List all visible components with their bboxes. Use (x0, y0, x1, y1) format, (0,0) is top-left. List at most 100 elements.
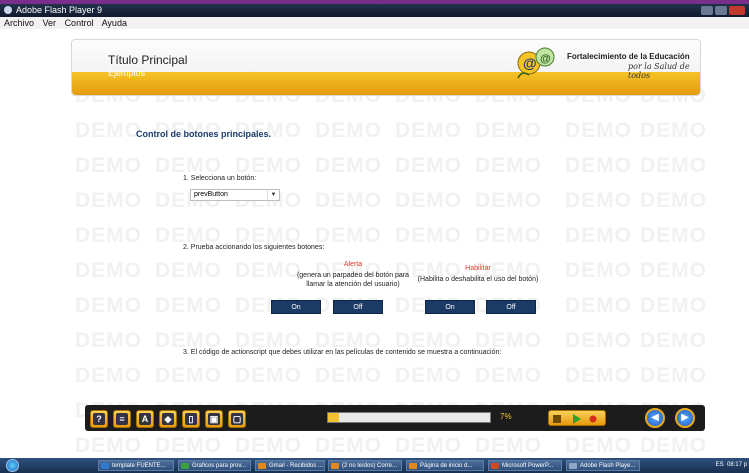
demo-watermark: DEMO (395, 189, 462, 212)
demo-watermark: DEMO (155, 259, 222, 282)
play-icon[interactable] (573, 414, 581, 424)
language-indicator[interactable]: ES (716, 462, 724, 468)
header-band (72, 72, 700, 95)
demo-watermark: DEMO (565, 119, 632, 142)
menu-bar: Archivo Ver Control Ayuda (0, 17, 749, 29)
demo-watermark: DEMO (315, 364, 382, 387)
demo-watermark: DEMO (75, 294, 142, 317)
window-controls (701, 6, 745, 15)
button-select[interactable]: prevButton ▼ (190, 189, 280, 201)
demo-watermark: DEMO (75, 119, 142, 142)
demo-watermark: DEMO (640, 259, 707, 282)
help-button[interactable]: ? (90, 410, 108, 428)
enable-description: (Habilita o deshabilita el uso del botón… (417, 276, 539, 283)
taskbar-item-label: (2 no leídos) Corre... (342, 463, 398, 469)
svg-text:@: @ (540, 53, 551, 65)
page-button[interactable]: ▢ (228, 410, 246, 428)
demo-watermark: DEMO (640, 434, 707, 457)
demo-watermark: DEMO (75, 224, 142, 247)
demo-watermark: DEMO (155, 294, 222, 317)
menu-archivo[interactable]: Archivo (4, 18, 34, 28)
enable-off-button[interactable]: Off (486, 300, 536, 314)
print-button[interactable]: ▣ (205, 410, 223, 428)
demo-watermark: DEMO (475, 364, 542, 387)
demo-watermark: DEMO (565, 329, 632, 352)
taskbar-item[interactable]: (2 no leídos) Corre... (328, 460, 402, 471)
stop-icon[interactable] (553, 415, 561, 423)
taskbar-item[interactable]: Adobe Flash Playe... (566, 460, 640, 471)
demo-watermark: DEMO (155, 434, 222, 457)
menu-ver[interactable]: Ver (43, 18, 57, 28)
book-button[interactable]: ▯ (182, 410, 200, 428)
button-select-value: prevButton (194, 191, 228, 198)
maximize-button[interactable] (715, 6, 727, 15)
step-2-label: 2. Prueba accionando los siguientes boto… (183, 244, 325, 251)
demo-watermark: DEMO (395, 154, 462, 177)
app-icon (181, 463, 189, 469)
comment-icon: ◆ (162, 413, 174, 425)
demo-watermark: DEMO (75, 434, 142, 457)
menu-control[interactable]: Control (65, 18, 94, 28)
app-icon (101, 463, 109, 469)
demo-watermark: DEMO (640, 224, 707, 247)
step-3-label: 3. El código de actionscript que debes u… (183, 349, 502, 356)
demo-watermark: DEMO (475, 224, 542, 247)
start-button[interactable] (6, 459, 19, 472)
media-controls (548, 410, 606, 426)
taskbar-item[interactable]: Gmail - Recibidos ... (255, 460, 325, 471)
demo-watermark: DEMO (475, 434, 542, 457)
demo-watermark: DEMO (565, 189, 632, 212)
demo-watermark: DEMO (315, 119, 382, 142)
demo-watermark: DEMO (565, 294, 632, 317)
window-titlebar[interactable]: Adobe Flash Player 9 (0, 4, 749, 17)
taskbar-item[interactable]: Microsoft PowerP... (488, 460, 562, 471)
list-icon: ≡ (116, 413, 128, 425)
alert-on-button[interactable]: On (271, 300, 321, 314)
close-button[interactable] (729, 6, 745, 15)
media-controls-icons (553, 414, 597, 424)
demo-watermark: DEMO (395, 434, 462, 457)
menu-ayuda[interactable]: Ayuda (102, 18, 127, 28)
demo-watermark: DEMO (565, 154, 632, 177)
flash-stage: DEMO DEMO DEMO DEMO DEMO DEMO DEMO DEMO DEMO DEMO… (0, 29, 749, 458)
step-1-label: 1. Selecciona un botón: (183, 175, 257, 182)
chevron-down-icon[interactable]: ▼ (267, 190, 279, 200)
demo-watermark: DEMO (235, 364, 302, 387)
next-button[interactable]: ▶ (675, 408, 695, 428)
print-icon: ▣ (208, 413, 220, 425)
app-icon (331, 463, 339, 469)
demo-watermark: DEMO (640, 154, 707, 177)
demo-watermark: DEMO (315, 154, 382, 177)
alert-off-button[interactable]: Off (333, 300, 383, 314)
windows-taskbar: ES 08:17 p template FUENTE... Graficos pa… (0, 458, 749, 473)
demo-watermark: DEMO (75, 364, 142, 387)
taskbar-item[interactable]: Graficos para prov... (178, 460, 251, 471)
demo-watermark: DEMO (640, 119, 707, 142)
demo-watermark: DEMO (565, 224, 632, 247)
progress-bar (327, 412, 491, 423)
comment-button[interactable]: ◆ (159, 410, 177, 428)
taskbar-item-label: Microsoft PowerP... (502, 463, 554, 469)
back-button[interactable]: ◀ (645, 408, 665, 428)
clock[interactable]: 08:17 p (727, 462, 747, 468)
system-tray: ES 08:17 p (716, 460, 747, 471)
taskbar-item-label: Adobe Flash Playe... (580, 463, 636, 469)
index-button[interactable]: ≡ (113, 410, 131, 428)
taskbar-item[interactable]: template FUENTE... (98, 460, 174, 471)
record-icon[interactable] (589, 415, 597, 423)
demo-watermark: DEMO (235, 434, 302, 457)
text-button[interactable]: A (136, 410, 154, 428)
demo-watermark: DEMO (565, 364, 632, 387)
demo-watermark: DEMO (565, 259, 632, 282)
enable-on-button[interactable]: On (425, 300, 475, 314)
taskbar-item[interactable]: Página de inicio d... (406, 460, 484, 471)
taskbar-item-label: Página de inicio d... (420, 463, 473, 469)
demo-watermark: DEMO (315, 224, 382, 247)
brand-line-1: Fortalecimiento de la Educación (567, 52, 690, 61)
demo-watermark: DEMO (640, 294, 707, 317)
progress-percent: 7% (500, 412, 512, 421)
demo-watermark: DEMO (315, 189, 382, 212)
minimize-button[interactable] (701, 6, 713, 15)
demo-watermark: DEMO (475, 154, 542, 177)
page-subtitle: Ejemplos (108, 68, 146, 78)
